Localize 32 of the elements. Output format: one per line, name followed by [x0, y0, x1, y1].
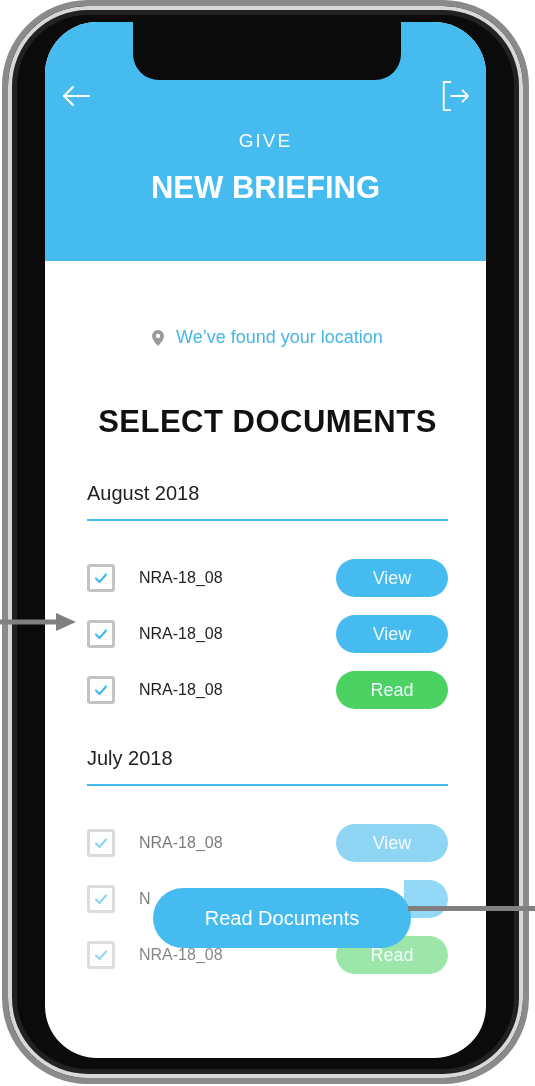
- checkbox[interactable]: [87, 620, 115, 648]
- view-button[interactable]: View: [336, 824, 448, 862]
- header-subtitle: GIVE: [238, 130, 293, 152]
- view-button[interactable]: View: [336, 559, 448, 597]
- month-header: July 2018: [87, 747, 448, 786]
- view-button[interactable]: View: [336, 615, 448, 653]
- document-name: NRA-18_08: [139, 681, 224, 699]
- checkmark-icon: [93, 891, 109, 907]
- document-name: NRA-18_08: [139, 625, 224, 643]
- checkmark-icon: [93, 835, 109, 851]
- checkmark-icon: [93, 626, 109, 642]
- back-arrow-icon[interactable]: [61, 84, 91, 108]
- checkbox[interactable]: [87, 676, 115, 704]
- location-pin-icon: [152, 329, 165, 346]
- document-name: NRA-18_08: [139, 834, 224, 852]
- document-name: N: [139, 890, 152, 908]
- read-button[interactable]: Read: [336, 671, 448, 709]
- screen-title: NEW BRIEFING: [150, 170, 381, 206]
- document-name: NRA-18_08: [139, 946, 224, 964]
- document-name: NRA-18_08: [139, 569, 224, 587]
- checkbox[interactable]: [87, 885, 115, 913]
- checkbox[interactable]: [87, 564, 115, 592]
- location-status-text: We’ve found your location: [176, 327, 383, 348]
- checkmark-icon: [93, 682, 109, 698]
- section-heading: SELECT DOCUMENTS: [97, 404, 438, 440]
- checkmark-icon: [93, 570, 109, 586]
- checkmark-icon: [93, 947, 109, 963]
- checkbox[interactable]: [87, 941, 115, 969]
- read-documents-button[interactable]: Read Documents: [153, 888, 411, 948]
- checkbox[interactable]: [87, 829, 115, 857]
- logout-icon[interactable]: [440, 80, 470, 112]
- month-header: August 2018: [87, 482, 448, 521]
